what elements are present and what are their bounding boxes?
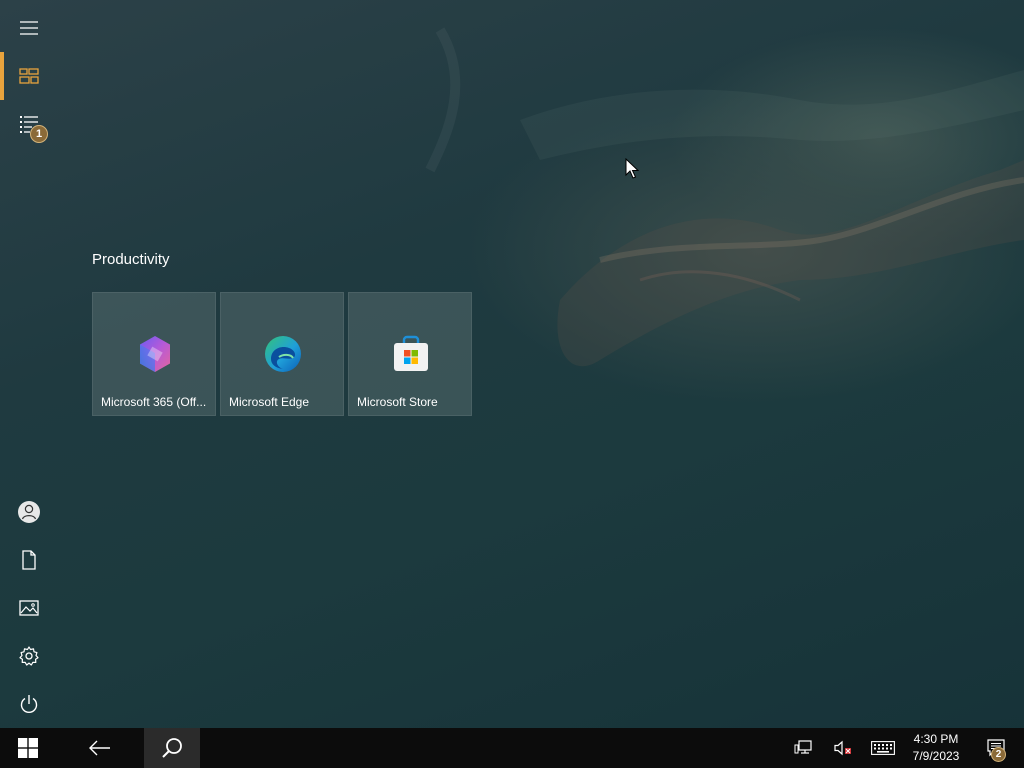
settings-button[interactable] <box>0 632 58 680</box>
documents-button[interactable] <box>0 536 58 584</box>
user-icon <box>18 501 40 523</box>
microsoft-365-icon <box>135 333 175 375</box>
mouse-pointer-icon <box>625 157 640 180</box>
search-icon <box>162 738 182 758</box>
store-icon <box>391 333 431 375</box>
power-button[interactable] <box>0 680 58 728</box>
gear-icon <box>19 646 39 666</box>
tiles-icon <box>19 68 39 84</box>
tile-label: Microsoft Store <box>357 395 438 409</box>
all-apps-button[interactable]: 1 <box>0 100 58 148</box>
start-menu-rail: 1 <box>0 0 58 728</box>
search-button[interactable] <box>144 728 200 768</box>
document-icon <box>22 550 36 570</box>
network-button[interactable] <box>788 728 818 768</box>
taskbar-clock[interactable]: 4:30 PM 7/9/2023 <box>906 728 966 768</box>
tile-label: Microsoft Edge <box>229 395 310 409</box>
tile-label: Microsoft 365 (Off... <box>101 395 207 409</box>
notifications-badge: 2 <box>991 747 1006 762</box>
volume-button[interactable] <box>828 728 858 768</box>
touch-keyboard-button[interactable] <box>868 728 898 768</box>
clock-time: 4:30 PM <box>913 732 959 746</box>
back-arrow-icon <box>89 740 110 756</box>
power-icon <box>20 695 38 713</box>
tile-microsoft-store[interactable]: Microsoft Store <box>348 292 472 416</box>
pictures-button[interactable] <box>0 584 58 632</box>
tile-microsoft-edge[interactable]: Microsoft Edge <box>220 292 344 416</box>
pinned-tiles-button[interactable] <box>0 52 58 100</box>
tile-microsoft-365[interactable]: Microsoft 365 (Off... <box>92 292 216 416</box>
network-icon <box>794 740 812 754</box>
hamburger-icon <box>20 21 38 35</box>
keyboard-icon <box>871 741 895 755</box>
taskbar: 4:30 PM 7/9/2023 <box>0 728 1024 768</box>
all-apps-badge: 1 <box>30 125 48 143</box>
account-button[interactable] <box>0 488 58 536</box>
back-button[interactable] <box>72 728 128 768</box>
clock-date: 7/9/2023 <box>912 749 960 763</box>
tile-group: Microsoft 365 (Off... Microsoft Edge Mic… <box>92 292 472 416</box>
picture-icon <box>19 600 39 616</box>
tile-group-title[interactable]: Productivity <box>92 251 170 268</box>
edge-icon <box>263 333 303 375</box>
windows-logo-icon <box>18 738 38 758</box>
volume-muted-icon <box>834 740 851 756</box>
start-button[interactable] <box>0 728 56 768</box>
expand-menu-button[interactable] <box>0 4 58 52</box>
